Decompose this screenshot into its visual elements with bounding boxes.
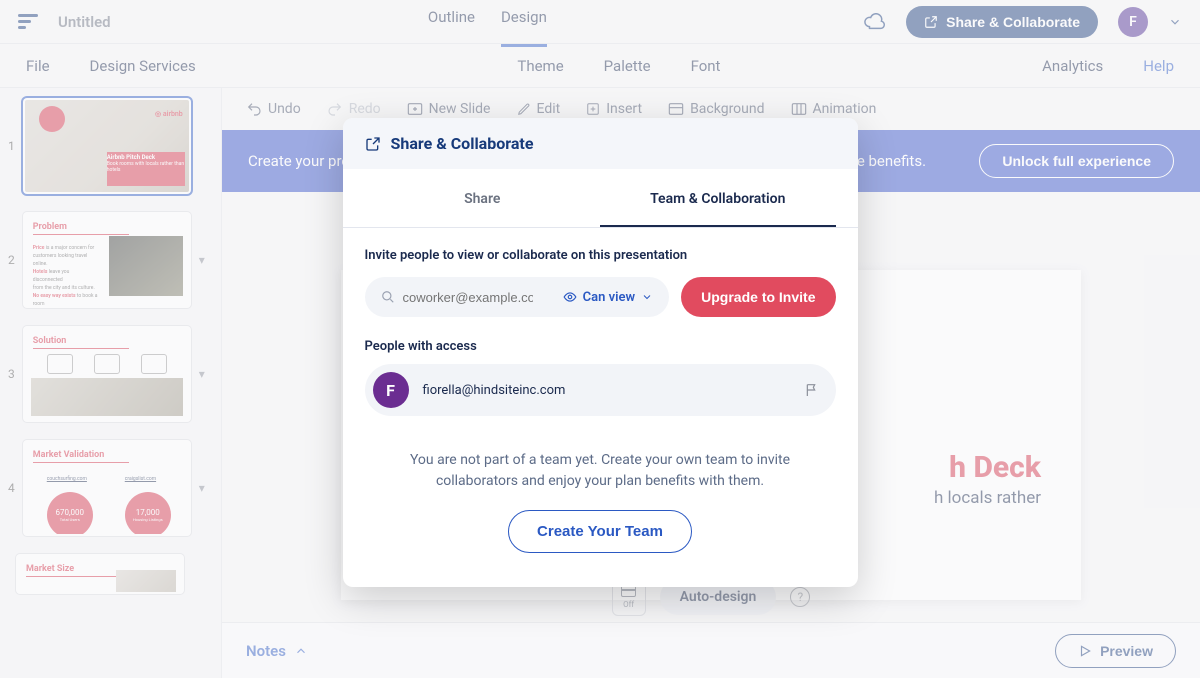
create-team-button[interactable]: Create Your Team [508, 510, 692, 553]
person-row: F fiorella@hindsiteinc.com [365, 364, 836, 416]
person-email: fiorella@hindsiteinc.com [423, 383, 790, 398]
invite-email-input[interactable] [403, 290, 533, 305]
modal-tabs: Share Team & Collaboration [343, 173, 858, 228]
share-modal: Share & Collaborate Share Team & Collabo… [343, 118, 858, 587]
eye-icon [563, 290, 577, 304]
person-avatar: F [373, 372, 409, 408]
invite-email-field[interactable]: Can view [365, 277, 670, 317]
upgrade-invite-button[interactable]: Upgrade to Invite [681, 277, 835, 317]
modal-title-row: Share & Collaborate [343, 118, 858, 169]
invite-heading: Invite people to view or collaborate on … [365, 248, 836, 263]
modal-tab-team[interactable]: Team & Collaboration [600, 173, 836, 227]
search-icon [381, 290, 395, 304]
permission-dropdown[interactable]: Can view [563, 290, 653, 305]
modal-title: Share & Collaborate [391, 134, 534, 153]
people-access-heading: People with access [365, 339, 836, 354]
chevron-down-icon [641, 291, 653, 303]
modal-tab-share[interactable]: Share [365, 173, 601, 227]
flag-icon[interactable] [804, 382, 820, 398]
modal-overlay[interactable]: Share & Collaborate Share Team & Collabo… [0, 0, 1200, 678]
team-message: You are not part of a team yet. Create y… [400, 450, 800, 492]
external-link-icon [365, 136, 381, 152]
